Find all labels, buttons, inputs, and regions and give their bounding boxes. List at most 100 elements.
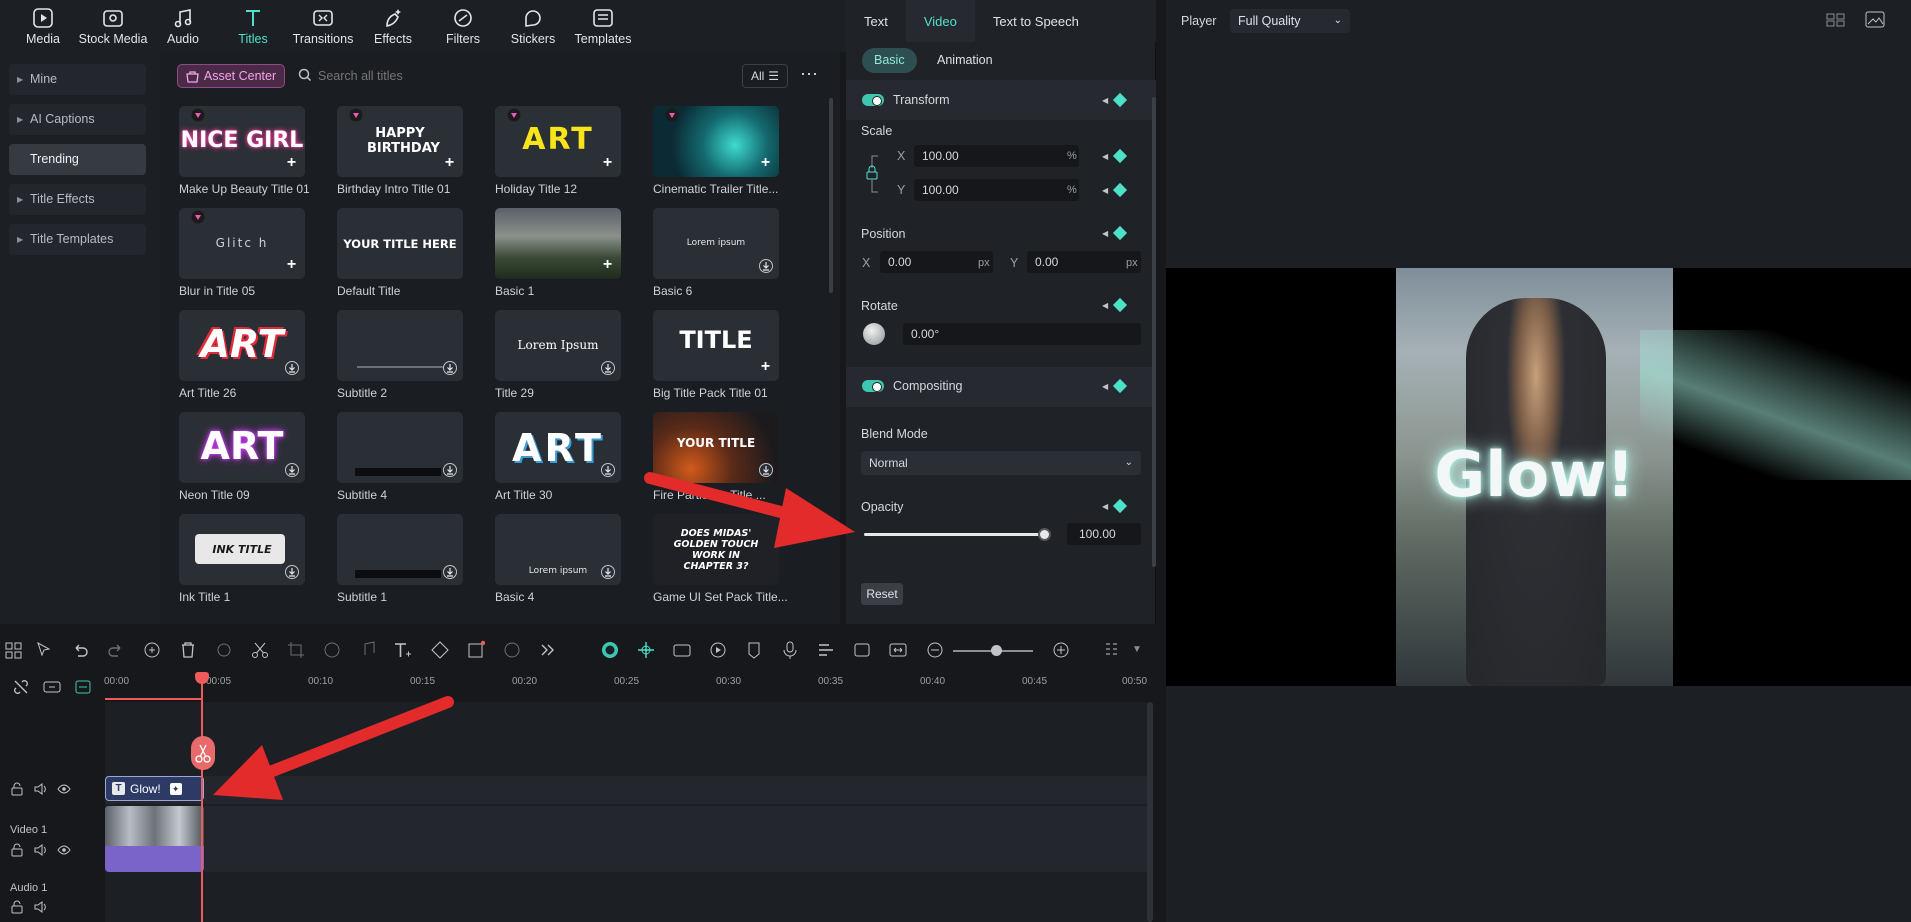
nav-audio[interactable]: Audio xyxy=(148,0,218,52)
title-tile[interactable]: ART xyxy=(179,310,305,381)
tab-video[interactable]: Video xyxy=(905,0,975,42)
download-icon[interactable] xyxy=(759,463,773,477)
snap-icon[interactable] xyxy=(636,640,656,660)
volume-icon[interactable] xyxy=(33,843,47,857)
position-y-input[interactable]: 0.00 xyxy=(1027,251,1141,273)
quality-dropdown[interactable]: Full Quality ⌄ xyxy=(1230,9,1350,33)
title-tile[interactable]: Lorem ipsum xyxy=(495,514,621,585)
crop-icon[interactable] xyxy=(286,640,306,660)
audio-mixer-icon[interactable] xyxy=(816,640,836,660)
download-icon[interactable] xyxy=(443,463,457,477)
redo-icon[interactable] xyxy=(106,640,126,660)
ai-tool-icon[interactable] xyxy=(142,640,162,660)
speed-icon[interactable] xyxy=(502,640,522,660)
subtab-basic[interactable]: Basic xyxy=(862,48,917,73)
tab-text[interactable]: Text xyxy=(846,0,906,42)
title-clip[interactable]: T Glow! ✦ xyxy=(105,776,204,801)
add-icon[interactable]: + xyxy=(600,257,615,273)
timeline-scrollbar[interactable] xyxy=(1147,702,1153,922)
subtab-animation[interactable]: Animation xyxy=(925,48,1005,73)
library-scrollbar[interactable] xyxy=(829,98,833,293)
prev-keyframe-icon[interactable]: ◀ xyxy=(1102,152,1108,161)
tab-text-to-speech[interactable]: Text to Speech xyxy=(975,0,1097,42)
zoom-slider-handle[interactable] xyxy=(991,645,1002,656)
add-icon[interactable]: + xyxy=(758,359,773,375)
sidebar-item-mine[interactable]: ▶ Mine xyxy=(9,64,146,95)
download-icon[interactable] xyxy=(443,565,457,579)
link-track-icon[interactable] xyxy=(42,678,62,696)
title-tile[interactable]: + xyxy=(653,106,779,177)
visibility-icon[interactable] xyxy=(57,843,71,857)
title-tile[interactable]: HAPPY BIRTHDAY + xyxy=(337,106,463,177)
title-tile[interactable]: Lorem Ipsum xyxy=(495,310,621,381)
prev-keyframe-icon[interactable]: ◀ xyxy=(1102,186,1108,195)
properties-scrollbar[interactable] xyxy=(1152,97,1156,567)
unlink-icon[interactable] xyxy=(12,678,30,696)
nav-templates[interactable]: Templates xyxy=(568,0,638,52)
sidebar-item-trending[interactable]: Trending xyxy=(9,144,146,175)
compositing-toggle[interactable] xyxy=(862,380,884,392)
razor-split-handle[interactable] xyxy=(191,736,215,770)
ai-copilot-icon[interactable] xyxy=(600,640,620,660)
lock-icon[interactable] xyxy=(10,900,24,914)
search-input[interactable] xyxy=(318,64,618,88)
add-icon[interactable]: + xyxy=(758,155,773,171)
replace-icon[interactable] xyxy=(852,640,872,660)
rotate-input[interactable]: 0.00° xyxy=(903,323,1141,345)
grid-view-icon[interactable] xyxy=(1826,12,1846,28)
shape-icon[interactable] xyxy=(430,640,450,660)
title-tile[interactable]: Lorem ipsum xyxy=(653,208,779,279)
timeline-options-icon[interactable] xyxy=(1103,640,1123,660)
blend-mode-select[interactable]: Normal ⌄ xyxy=(861,451,1141,475)
undo-icon[interactable] xyxy=(70,640,90,660)
split-icon[interactable] xyxy=(250,640,270,660)
frame-icon[interactable] xyxy=(466,640,486,660)
download-icon[interactable] xyxy=(601,463,615,477)
prev-keyframe-icon[interactable]: ◀ xyxy=(1102,229,1108,238)
scale-y-input[interactable]: 100.00 xyxy=(914,179,1079,201)
playhead[interactable] xyxy=(201,672,203,922)
title-tile[interactable]: YOUR TITLE HERE xyxy=(337,208,463,279)
music-icon[interactable] xyxy=(358,640,378,660)
volume-icon[interactable] xyxy=(33,782,47,796)
marker-icon[interactable] xyxy=(744,640,764,660)
snapshot-icon[interactable] xyxy=(1865,11,1885,29)
select-tool-icon[interactable] xyxy=(34,640,54,660)
add-icon[interactable]: + xyxy=(284,257,299,273)
title-tile[interactable]: YOUR TITLE xyxy=(653,412,779,483)
scale-x-input[interactable]: 100.00 xyxy=(914,145,1079,167)
volume-icon[interactable] xyxy=(33,900,47,914)
text-icon[interactable] xyxy=(392,640,412,660)
nav-filters[interactable]: Filters xyxy=(428,0,498,52)
zoom-in-icon[interactable] xyxy=(1051,640,1071,660)
nav-stock-media[interactable]: Stock Media xyxy=(78,0,148,52)
opacity-slider-handle[interactable] xyxy=(1038,528,1051,541)
title-tile[interactable]: ART xyxy=(495,412,621,483)
prev-keyframe-icon[interactable]: ◀ xyxy=(1102,96,1108,105)
play-range-icon[interactable] xyxy=(708,640,728,660)
more-options-icon[interactable]: ⋯ xyxy=(798,64,820,88)
delete-icon[interactable] xyxy=(178,640,198,660)
add-track-icon[interactable] xyxy=(74,678,92,696)
download-icon[interactable] xyxy=(285,361,299,375)
title-tile[interactable] xyxy=(337,514,463,585)
zoom-out-icon[interactable] xyxy=(925,640,945,660)
download-icon[interactable] xyxy=(601,565,615,579)
transform-toggle[interactable] xyxy=(862,94,884,106)
detach-icon[interactable] xyxy=(214,640,234,660)
title-tile[interactable]: TITLE + xyxy=(653,310,779,381)
nav-stickers[interactable]: Stickers xyxy=(498,0,568,52)
title-tile[interactable] xyxy=(337,310,463,381)
download-icon[interactable] xyxy=(443,361,457,375)
reset-button[interactable]: Reset xyxy=(861,583,903,605)
filter-dropdown[interactable]: All ☰ xyxy=(742,64,788,88)
nav-effects[interactable]: Effects xyxy=(358,0,428,52)
video-clip[interactable] xyxy=(105,806,204,872)
lock-icon[interactable] xyxy=(10,843,24,857)
title-tile[interactable]: ART xyxy=(179,412,305,483)
opacity-slider-track[interactable] xyxy=(864,533,1045,536)
prev-keyframe-icon[interactable]: ◀ xyxy=(1102,301,1108,310)
download-icon[interactable] xyxy=(759,259,773,273)
rotate-dial[interactable] xyxy=(863,323,885,345)
sidebar-item-title-templates[interactable]: ▶ Title Templates xyxy=(9,224,146,255)
